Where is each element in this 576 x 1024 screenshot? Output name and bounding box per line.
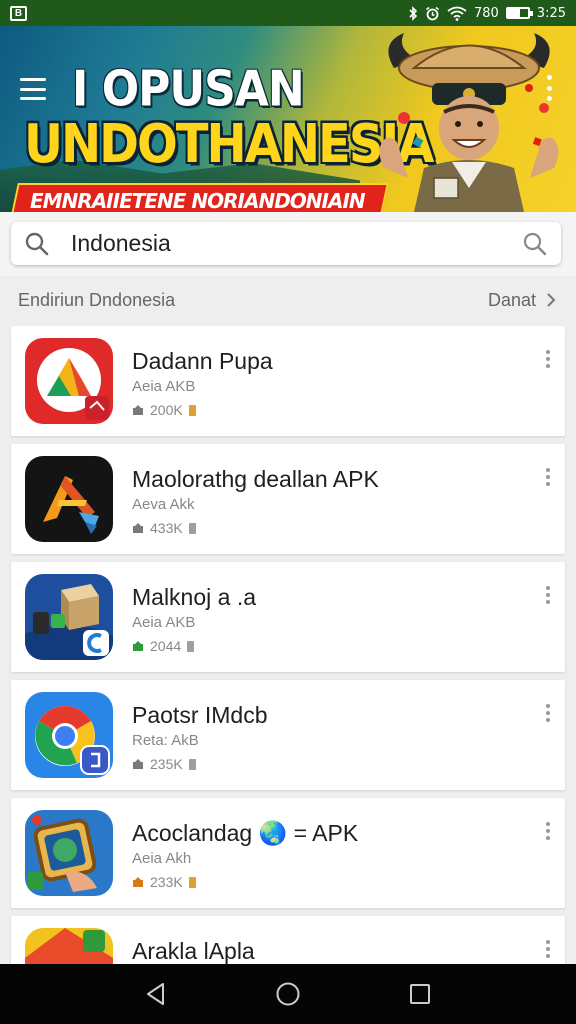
battery-fill [507, 9, 520, 17]
search-submit-icon[interactable] [521, 230, 549, 258]
battery-icon [505, 7, 533, 19]
app-size: 433K [150, 520, 183, 536]
status-right: 780 3:25 [408, 6, 566, 21]
box-app-icon [25, 574, 113, 660]
download-box-icon [133, 876, 143, 887]
status-left-label: B [14, 7, 23, 19]
status-bar: B 780 3:25 [0, 0, 576, 26]
more-vert-icon[interactable] [545, 468, 551, 486]
recents-icon[interactable] [400, 974, 440, 1014]
app-list-item[interactable]: Acoclandag 🌏 = APK Aeia Akh 233K [11, 798, 565, 908]
app-title: Acoclandag 🌏 = APK [132, 820, 359, 846]
app-list-item[interactable]: Malknoj a .a Aeia AKB 2044 [11, 562, 565, 672]
bluetooth-icon [409, 5, 418, 21]
search-input[interactable] [71, 230, 521, 257]
banner-ribbon: EMNRAIIETENE NORIANDONIAIN [10, 183, 389, 212]
wifi-icon [447, 6, 467, 21]
more-vert-icon[interactable] [545, 940, 551, 958]
app-subtitle: Aeia Akh [132, 850, 192, 867]
hamburger-menu-icon[interactable] [20, 78, 46, 100]
download-box-icon [133, 758, 143, 769]
system-nav-bar [0, 964, 576, 1024]
app-meta: 233K [132, 874, 196, 890]
app-size: 233K [150, 874, 183, 890]
banner-ribbon-text: EMNRAIIETENE NORIANDONIAIN [30, 189, 365, 212]
app-size: 2044 [150, 638, 182, 654]
tag-icon [188, 404, 196, 416]
network-label: 780 [473, 5, 499, 21]
drive-app-icon [25, 338, 113, 424]
app-title: Dadann Pupa [132, 348, 273, 374]
app-list-item[interactable]: Dadann Pupa Aeia AKB 200K [11, 326, 565, 436]
app-subtitle: Aeia AKB [132, 614, 196, 631]
app-subtitle: Aeva Akk [132, 496, 195, 513]
section-link-label: Danat [487, 289, 536, 310]
app-meta: 2044 [132, 638, 195, 654]
search-area [0, 212, 576, 276]
app-meta: 433K [132, 520, 196, 536]
tag-icon [188, 522, 196, 534]
tools-app-icon [25, 456, 113, 542]
download-box-icon [133, 640, 143, 651]
app-subtitle: Aeia AKB [132, 378, 196, 395]
app-meta: 235K [132, 756, 196, 772]
section-more-link[interactable]: Danat [488, 290, 556, 311]
sim-card-icon: B [10, 5, 27, 21]
more-vert-icon[interactable] [545, 586, 551, 604]
alarm-icon [425, 6, 439, 20]
app-list: Dadann Pupa Aeia AKB 200K Maolorathg dea… [11, 326, 565, 1024]
globe-app-icon [25, 810, 113, 896]
download-box-icon [133, 404, 143, 415]
banner-title-line1: I OPUSAN [72, 60, 305, 119]
tag-icon [188, 876, 196, 888]
back-icon[interactable] [136, 974, 176, 1014]
app-size: 235K [150, 756, 183, 772]
mascot-illustration [379, 33, 559, 212]
tag-icon [187, 640, 195, 652]
header-banner: I OPUSAN UNDOTHANESIA EMNRAIIETENE NORIA… [0, 26, 576, 212]
chrome-app-icon [25, 692, 113, 778]
app-subtitle: Reta: AkB [132, 732, 199, 749]
tag-icon [188, 758, 196, 770]
app-size: 200K [150, 402, 183, 418]
chevron-right-icon [547, 293, 556, 307]
download-box-icon [133, 522, 143, 533]
app-title: Araklа lApla [132, 938, 255, 964]
search-icon [23, 230, 51, 258]
app-title: Paotsr IMdcb [132, 702, 268, 728]
app-meta: 200K [132, 402, 196, 418]
app-list-item[interactable]: Maolorathg deallan APK Aeva Akk 433K [11, 444, 565, 554]
app-list-item[interactable]: Paotsr IMdcb Reta: AkB 235K [11, 680, 565, 790]
banner-title-line2: UNDOTHANESIA [24, 112, 434, 176]
more-vert-icon[interactable] [544, 75, 554, 101]
app-title: Maolorathg deallan APK [132, 466, 379, 492]
more-vert-icon[interactable] [545, 350, 551, 368]
search-bar[interactable] [11, 222, 561, 265]
more-vert-icon[interactable] [545, 822, 551, 840]
more-vert-icon[interactable] [545, 704, 551, 722]
section-title: Endiriun Dndonesia [18, 289, 176, 310]
status-time: 3:25 [536, 5, 566, 21]
home-icon[interactable] [268, 974, 308, 1014]
status-left: B [10, 5, 27, 21]
app-title: Malknoj a .a [132, 584, 257, 610]
section-header: Endiriun Dndonesia Danat [0, 276, 576, 324]
